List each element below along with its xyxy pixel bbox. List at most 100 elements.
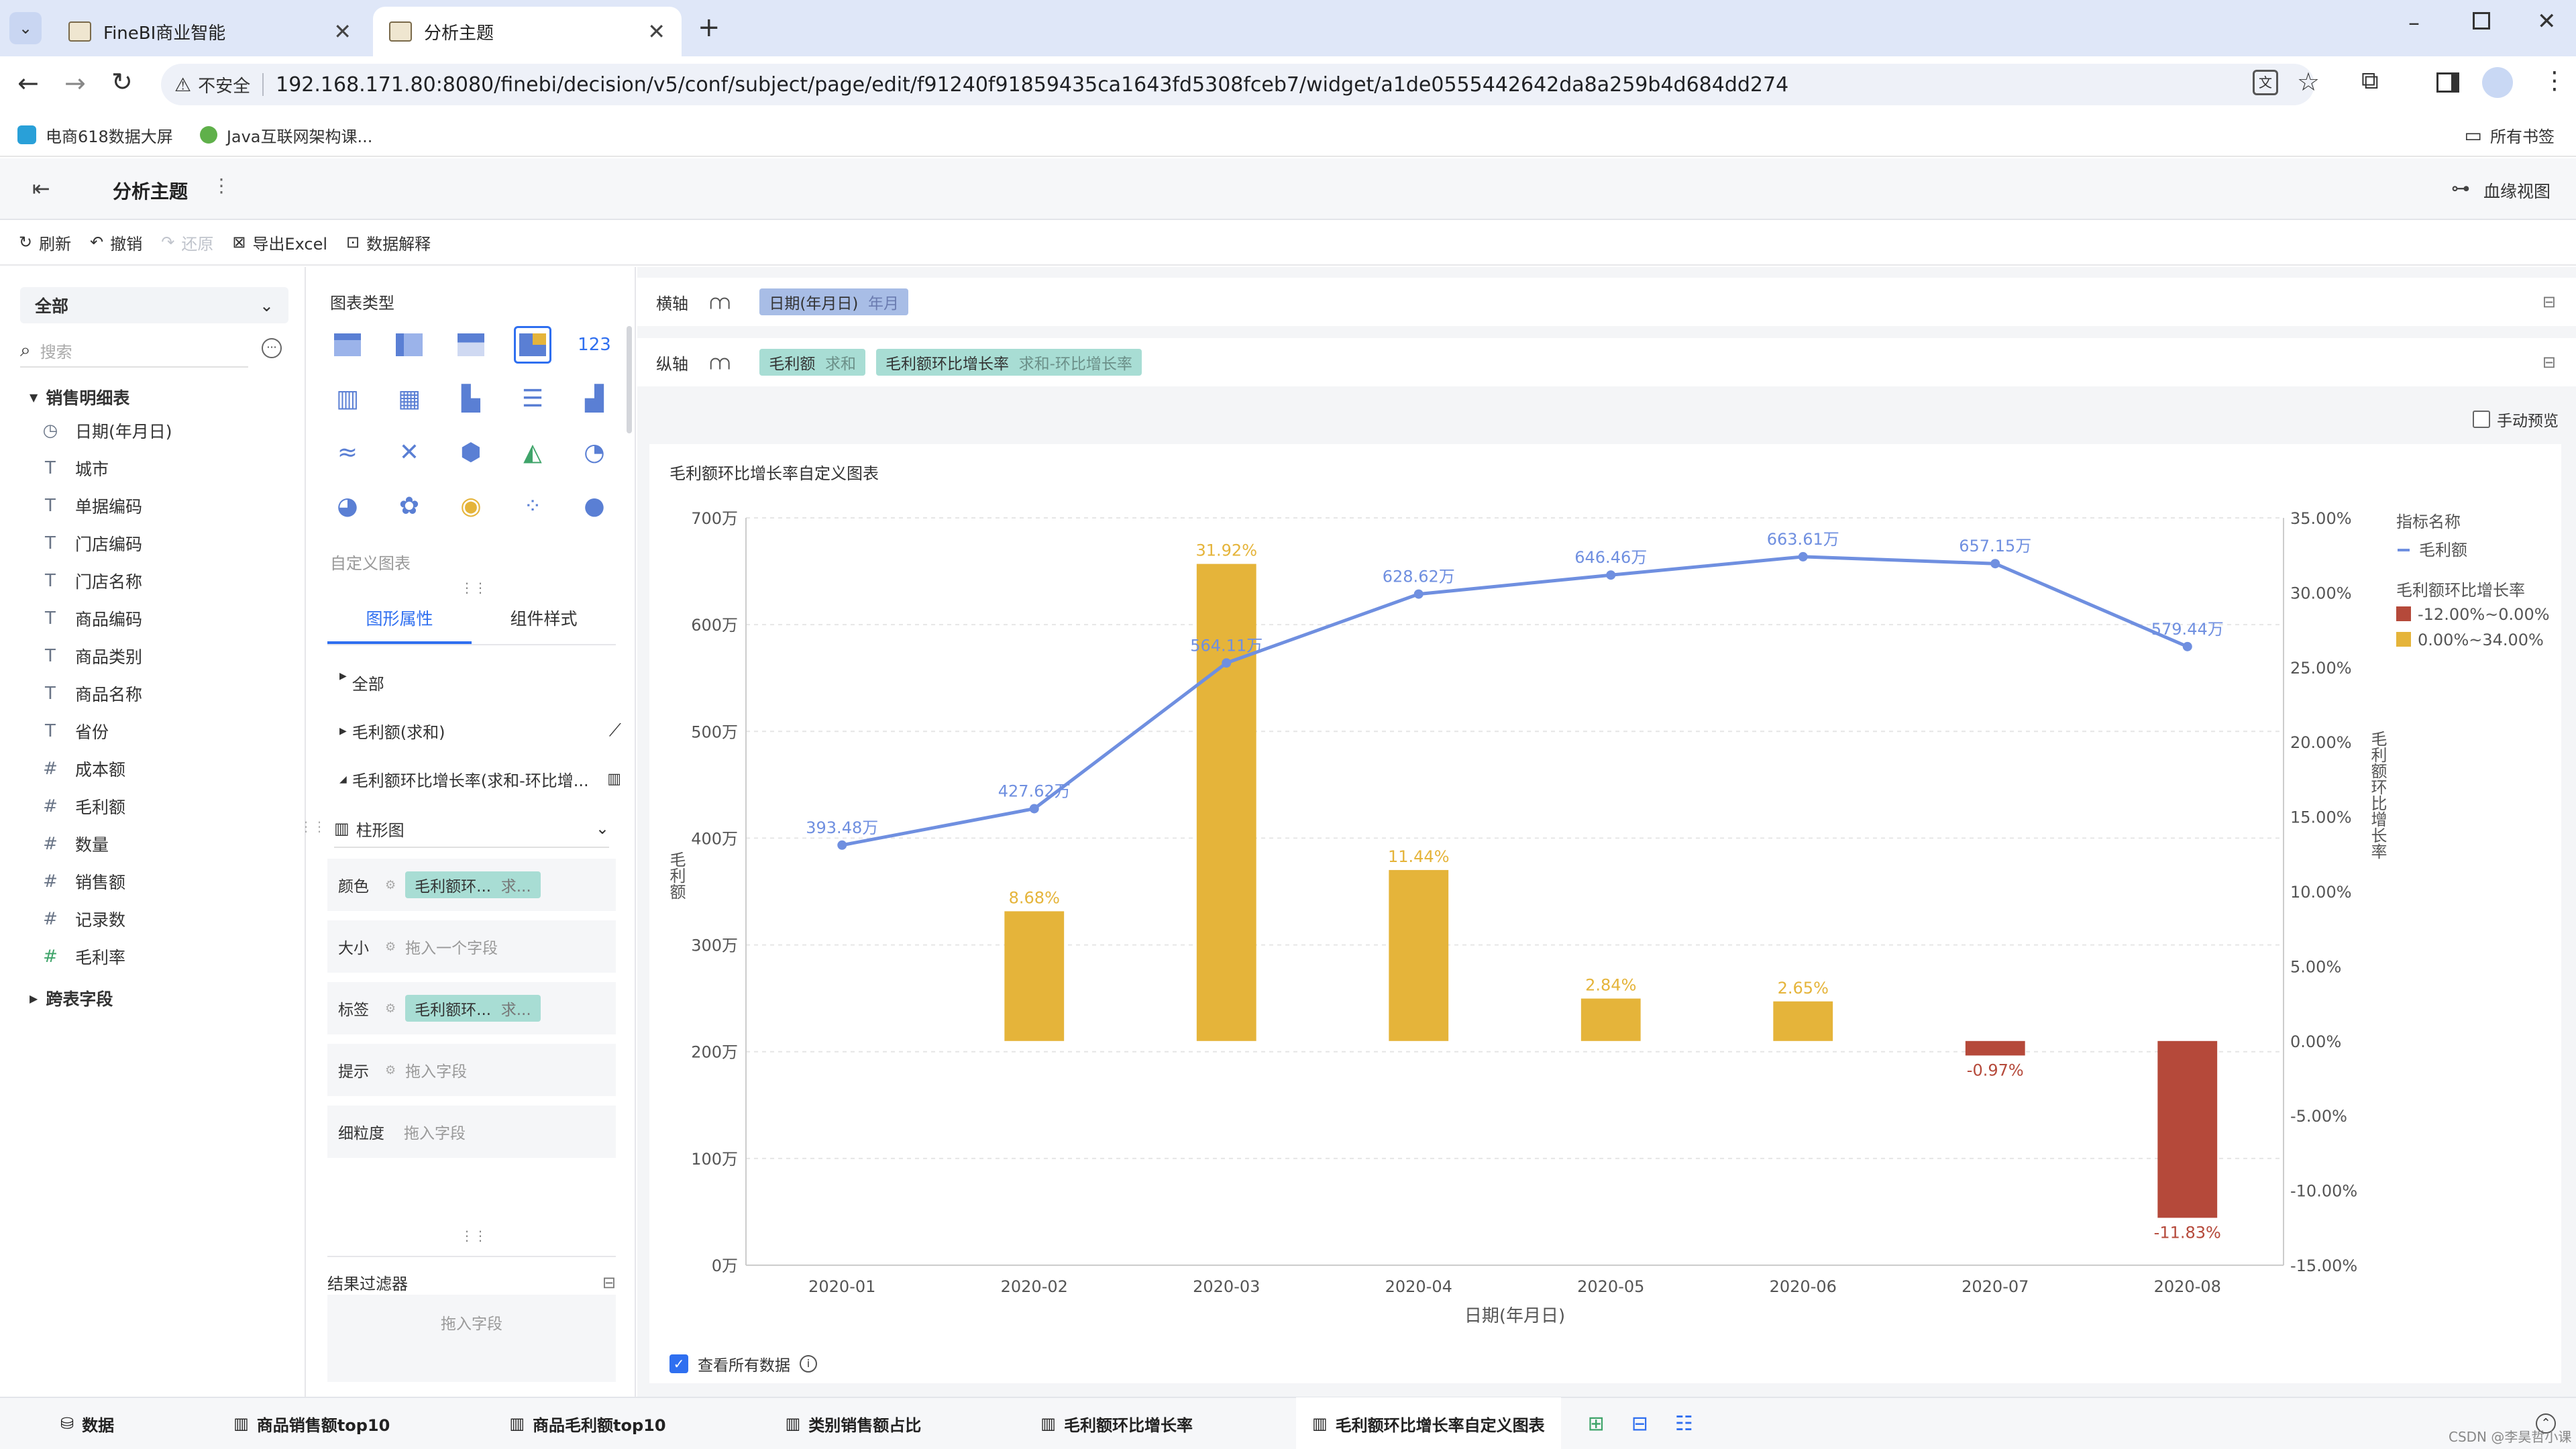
checkbox[interactable] — [2473, 411, 2490, 428]
field-item[interactable]: T 商品名称 — [0, 675, 306, 712]
reload-icon[interactable]: ↻ — [111, 67, 133, 97]
exit-icon[interactable]: ⇤ — [32, 176, 50, 201]
minimize-window-icon[interactable]: – — [2408, 9, 2420, 36]
chart-type-sunburst-icon[interactable]: ◉ — [452, 487, 490, 525]
add-report-icon[interactable]: ☷ — [1675, 1412, 1693, 1436]
all-bookmarks-link[interactable]: 所有书签 — [2490, 123, 2555, 147]
chart-type-stacked-bar-icon[interactable]: ▦ — [390, 380, 428, 417]
tab-component[interactable]: ▥ 商品销售额top10 — [217, 1397, 406, 1449]
prop-label-row[interactable]: 标签 ⚙ 毛利额环... 求... — [327, 982, 616, 1034]
tab-component-active[interactable]: ▥ 毛利额环比增长率自定义图表 — [1295, 1397, 1561, 1449]
field-item[interactable]: # 成本额 — [0, 750, 306, 788]
mark-type-select[interactable]: ▥ 柱形图 ⌄ — [334, 810, 609, 848]
chart-type-kpi-icon[interactable]: 123 — [576, 326, 613, 364]
data-explain-button[interactable]: ⊡ 数据解释 — [346, 231, 431, 254]
prop-size-row[interactable]: 大小 ⚙ 拖入一个字段 — [327, 920, 616, 973]
section-all[interactable]: ▶ 全部 — [339, 671, 384, 694]
chart-type-grouped-table-icon[interactable] — [329, 326, 366, 364]
chart-type-bubble-icon[interactable]: ● — [576, 487, 613, 525]
field-item[interactable]: T 门店名称 — [0, 562, 306, 600]
back-icon[interactable]: ← — [17, 68, 39, 98]
field-item[interactable]: T 省份 — [0, 712, 306, 750]
tab-data[interactable]: ⛁ 数据 — [44, 1397, 130, 1449]
section-growth-rate[interactable]: ◢ 毛利额环比增长率(求和-环比增... ▥ — [339, 767, 621, 791]
axis-type-icon[interactable]: ⩋ — [710, 290, 730, 314]
close-tab-icon[interactable]: ✕ — [647, 19, 665, 44]
profile-avatar-icon[interactable] — [2482, 67, 2513, 98]
chart-type-detail-table-icon[interactable] — [390, 326, 428, 364]
forward-icon[interactable]: → — [64, 68, 86, 98]
lock-icon[interactable]: ⊟ — [602, 1273, 616, 1292]
field-search[interactable]: ⌕ 搜索 — [20, 334, 248, 368]
section-gross-profit[interactable]: ▶ 毛利额(求和) ⟋ — [339, 719, 621, 743]
chart-type-bar-icon[interactable]: ▥ — [329, 380, 366, 417]
field-pill[interactable]: 毛利额环... 求... — [405, 995, 541, 1022]
chart-type-custom-icon[interactable] — [514, 326, 551, 364]
x-axis-field-pill[interactable]: 日期(年月日) 年月 — [759, 288, 908, 315]
chart-type-rose-icon[interactable]: ✿ — [390, 487, 428, 525]
url-omnibox[interactable]: ⚠ 不安全 192.168.171.80:8080/finebi/decisio… — [161, 64, 2314, 105]
chart-type-cross-table-icon[interactable] — [452, 326, 490, 364]
browser-tab-finebi[interactable]: FineBI商业智能 ✕ — [52, 7, 368, 56]
export-excel-button[interactable]: ⊠ 导出Excel — [232, 231, 327, 254]
chart-type-pie-icon[interactable]: ◕ — [329, 487, 366, 525]
table-node[interactable]: ▼ 销售明细表 — [30, 385, 129, 409]
filter-drop-zone[interactable]: 拖入字段 — [327, 1295, 616, 1382]
search-input[interactable]: 搜索 — [40, 339, 72, 362]
tab-component-style[interactable]: 组件样式 — [472, 596, 616, 644]
field-item[interactable]: # 毛利额 — [0, 788, 306, 825]
chart-type-radar-icon[interactable]: ⬢ — [452, 433, 490, 471]
scope-select[interactable]: 全部 ⌄ — [20, 287, 288, 323]
browser-menu-icon[interactable]: ⋮ — [2542, 67, 2567, 95]
tab-component[interactable]: ▥ 类别销售额占比 — [769, 1397, 938, 1449]
close-window-icon[interactable]: ✕ — [2537, 8, 2557, 35]
redo-button[interactable]: ↷ 还原 — [161, 231, 213, 254]
chart-type-multi-line-icon[interactable]: ✕ — [390, 433, 428, 471]
manual-preview-toggle[interactable]: 手动预览 — [2473, 408, 2559, 431]
prop-color-row[interactable]: 颜色 ⚙ 毛利额环... 求... — [327, 859, 616, 911]
field-item[interactable]: T 单据编码 — [0, 487, 306, 525]
undo-button[interactable]: ↶ 撤销 — [90, 231, 142, 254]
bookmark-item[interactable]: Java互联网架构课... — [227, 123, 373, 147]
drag-handle-icon[interactable]: ⋮⋮ — [299, 818, 326, 835]
field-item[interactable]: # 数量 — [0, 825, 306, 863]
prop-tooltip-row[interactable]: 提示 ⚙ 拖入字段 — [327, 1044, 616, 1096]
lock-icon[interactable]: ⊟ — [2542, 292, 2556, 311]
field-item[interactable]: T 商品编码 — [0, 600, 306, 637]
axis-type-icon[interactable]: ⩋ — [710, 351, 730, 374]
chart-type-range-bar-icon[interactable]: ▟ — [576, 380, 613, 417]
extensions-icon[interactable]: ⧉ — [2361, 67, 2379, 95]
side-panel-icon[interactable] — [2436, 72, 2459, 93]
chart-type-horizontal-bar-icon[interactable]: ☰ — [514, 380, 551, 417]
drag-handle-icon[interactable]: ⋮⋮ — [460, 580, 487, 596]
add-dashboard-icon[interactable]: ⊟ — [1631, 1412, 1648, 1436]
more-icon[interactable]: ⋮ — [212, 174, 231, 197]
more-options-icon[interactable]: ··· — [262, 338, 282, 358]
chart-type-scatter-icon[interactable]: ⁘ — [514, 487, 551, 525]
field-item[interactable]: # 销售额 — [0, 863, 306, 900]
grid-scrollbar[interactable] — [627, 326, 632, 433]
field-item[interactable]: T 商品类别 — [0, 637, 306, 675]
chart-type-gauge-icon[interactable]: ◔ — [576, 433, 613, 471]
close-tab-icon[interactable]: ✕ — [333, 19, 352, 44]
refresh-button[interactable]: ↻ 刷新 — [19, 231, 71, 254]
chart-type-line-icon[interactable]: ≈ — [329, 433, 366, 471]
translate-icon[interactable]: 文 — [2253, 70, 2278, 95]
bookmark-item[interactable]: 电商618数据大屏 — [46, 123, 173, 147]
y-axis-field-pill[interactable]: 毛利额环比增长率 求和-环比增长率 — [876, 349, 1142, 376]
field-item[interactable]: # 记录数 — [0, 900, 306, 938]
add-component-icon[interactable]: ⊞ — [1588, 1412, 1605, 1436]
y-axis-field-pill[interactable]: 毛利额 求和 — [759, 349, 865, 376]
field-item[interactable]: T 城市 — [0, 449, 306, 487]
field-pill[interactable]: 毛利额环... 求... — [405, 871, 541, 898]
tab-component[interactable]: ▥ 商品毛利额top10 — [493, 1397, 682, 1449]
tab-list-dropdown-icon[interactable]: ⌄ — [9, 12, 42, 44]
chart-type-area-icon[interactable]: ◭ — [514, 433, 551, 471]
lineage-view-button[interactable]: 血缘视图 — [2483, 178, 2551, 203]
prop-granularity-row[interactable]: 细粒度 拖入字段 — [327, 1106, 616, 1158]
tab-graphic-props[interactable]: 图形属性 — [327, 596, 472, 644]
browser-tab-analysis[interactable]: 分析主题 ✕ — [373, 7, 682, 56]
field-item[interactable]: ◷ 日期(年月日) — [0, 412, 306, 449]
lock-icon[interactable]: ⊟ — [2542, 353, 2556, 372]
restore-window-icon[interactable] — [2473, 12, 2490, 30]
